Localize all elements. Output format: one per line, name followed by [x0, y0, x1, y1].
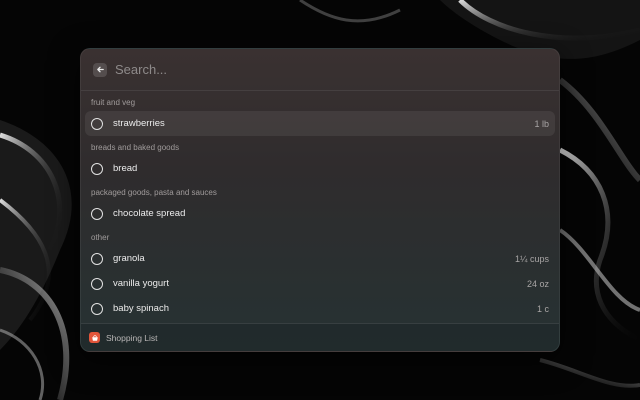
section-title: breads and baked goods: [91, 143, 180, 152]
arrow-left-icon: [96, 66, 104, 73]
item-name: vanilla yogurt: [113, 278, 169, 289]
footer-bar: Shopping List: [81, 323, 559, 351]
list-item[interactable]: baby spinach 1 c: [85, 296, 555, 321]
section-title: packaged goods, pasta and sauces: [91, 188, 217, 197]
footer-app-name: Shopping List: [106, 332, 158, 343]
shopping-basket-icon: [89, 332, 100, 343]
search-input[interactable]: [115, 62, 547, 77]
item-name: granola: [113, 253, 145, 264]
checkbox-circle-icon[interactable]: [91, 252, 103, 265]
item-quantity: 24 oz: [526, 278, 549, 289]
list-item[interactable]: granola 1¼ cups: [85, 246, 555, 271]
list-item[interactable]: chocolate spread: [85, 201, 555, 226]
item-name: chocolate spread: [113, 208, 186, 219]
checkbox-circle-icon[interactable]: [91, 302, 103, 315]
checkbox-circle-icon[interactable]: [91, 207, 103, 220]
checkbox-circle-icon[interactable]: [91, 162, 103, 175]
shopping-list: fruit and veg strawberries 1 lb breads a…: [81, 91, 559, 325]
item-name: baby spinach: [113, 303, 169, 314]
checkbox-circle-icon[interactable]: [91, 117, 103, 130]
section-title: other: [91, 233, 110, 242]
item-quantity: 1 c: [536, 303, 549, 314]
checkbox-circle-icon[interactable]: [91, 277, 103, 290]
shopping-list-window: fruit and veg strawberries 1 lb breads a…: [80, 48, 560, 352]
list-item[interactable]: strawberries 1 lb: [85, 111, 555, 136]
section-title: fruit and veg: [91, 98, 136, 107]
search-bar: [81, 49, 559, 91]
list-item[interactable]: vanilla yogurt 24 oz: [85, 271, 555, 296]
back-button[interactable]: [93, 62, 107, 77]
item-name: bread: [113, 163, 138, 174]
item-quantity: 1¼ cups: [514, 253, 549, 264]
item-name: strawberries: [113, 118, 165, 129]
item-quantity: 1 lb: [534, 118, 549, 129]
list-item[interactable]: bread: [85, 156, 555, 181]
